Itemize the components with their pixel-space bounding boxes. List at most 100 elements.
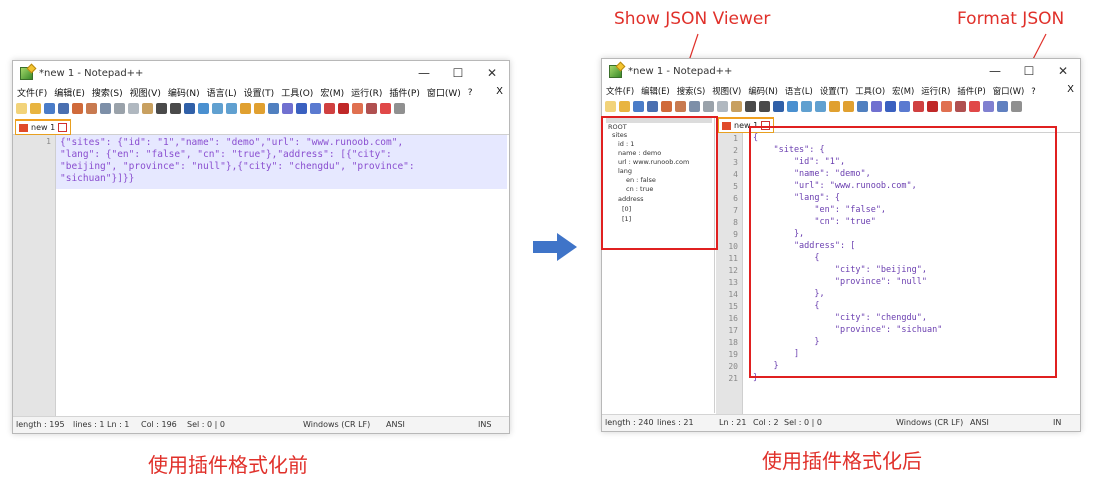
tab-close-icon[interactable] [761, 121, 771, 130]
json-viewer-icon[interactable] [983, 101, 994, 112]
zoom-out-icon[interactable] [815, 101, 826, 112]
menu-language[interactable]: 语言(L) [785, 85, 813, 97]
udl-icon[interactable] [899, 101, 910, 112]
tree-node-url[interactable]: url : www.runoob.com [618, 158, 689, 166]
word-wrap-icon[interactable] [857, 101, 868, 112]
menu-view[interactable]: 视图(V) [712, 85, 741, 97]
close-icon[interactable] [72, 103, 83, 114]
toolbar-more-icon[interactable] [1011, 101, 1022, 112]
menu-view[interactable]: 视图(V) [130, 86, 161, 99]
menu-tools[interactable]: 工具(O) [855, 85, 885, 97]
run-macro-icon[interactable] [366, 103, 377, 114]
sync-horizontal-icon[interactable] [254, 103, 265, 114]
menu-encoding[interactable]: 编码(N) [748, 85, 778, 97]
menu-help[interactable]: ? [468, 88, 473, 98]
find-icon[interactable] [184, 103, 195, 114]
cut-icon[interactable] [114, 103, 125, 114]
tree-node-id[interactable]: id : 1 [618, 140, 634, 148]
menu-search[interactable]: 搜索(S) [677, 85, 706, 97]
code-editor[interactable]: { "sites": { "id": "1", "name": "demo", … [747, 133, 1077, 414]
play-macro-icon[interactable] [941, 101, 952, 112]
new-file-icon[interactable] [16, 103, 27, 114]
menu-plugins[interactable]: 插件(P) [957, 85, 985, 97]
cut-icon[interactable] [703, 101, 714, 112]
tree-node-address[interactable]: address [618, 195, 644, 203]
copy-icon[interactable] [717, 101, 728, 112]
zoom-out-icon[interactable] [226, 103, 237, 114]
tree-node-root[interactable]: ROOT [608, 123, 627, 131]
record-macro-icon[interactable] [324, 103, 335, 114]
maximize-button[interactable]: ☐ [1012, 64, 1046, 78]
play-macro-icon[interactable] [352, 103, 363, 114]
undo-icon[interactable] [156, 103, 167, 114]
open-file-icon[interactable] [619, 101, 630, 112]
menu-language[interactable]: 语言(L) [207, 86, 237, 99]
tab-new-1[interactable]: new 1 [15, 119, 72, 135]
zoom-in-icon[interactable] [801, 101, 812, 112]
new-file-icon[interactable] [605, 101, 616, 112]
tree-node-address-1[interactable]: [1] [622, 215, 631, 223]
minimize-button[interactable]: — [407, 66, 441, 80]
record-macro-icon[interactable] [913, 101, 924, 112]
tree-node-sites[interactable]: sites [612, 131, 627, 139]
json-format-icon[interactable] [997, 101, 1008, 112]
run-macro-icon[interactable] [955, 101, 966, 112]
close-all-icon[interactable] [675, 101, 686, 112]
menu-settings[interactable]: 设置(T) [244, 86, 275, 99]
toolbar-more-icon[interactable] [394, 103, 405, 114]
code-editor[interactable]: {"sites": {"id": "1","name": "demo","url… [60, 135, 506, 416]
open-file-icon[interactable] [30, 103, 41, 114]
menu-macro[interactable]: 宏(M) [320, 86, 344, 99]
tree-node-name[interactable]: name : demo [618, 149, 661, 157]
tree-node-en[interactable]: en : false [626, 176, 656, 184]
save-all-icon[interactable] [647, 101, 658, 112]
close-all-icon[interactable] [86, 103, 97, 114]
save-all-icon[interactable] [58, 103, 69, 114]
tab-new-1[interactable]: new 1 [718, 117, 775, 133]
paste-icon[interactable] [142, 103, 153, 114]
word-wrap-icon[interactable] [268, 103, 279, 114]
close-button[interactable]: ✕ [1046, 64, 1080, 78]
redo-icon[interactable] [759, 101, 770, 112]
maximize-button[interactable]: ☐ [441, 66, 475, 80]
stop-macro-icon[interactable] [338, 103, 349, 114]
all-chars-icon[interactable] [871, 101, 882, 112]
zoom-in-icon[interactable] [212, 103, 223, 114]
replace-icon[interactable] [198, 103, 209, 114]
menu-help[interactable]: ? [1031, 86, 1035, 96]
menu-run[interactable]: 运行(R) [921, 85, 950, 97]
tree-node-cn[interactable]: cn : true [626, 185, 653, 193]
minimize-button[interactable]: — [978, 64, 1012, 78]
menu-encoding[interactable]: 编码(N) [168, 86, 200, 99]
stop-macro-icon[interactable] [927, 101, 938, 112]
all-chars-icon[interactable] [282, 103, 293, 114]
sync-vertical-icon[interactable] [829, 101, 840, 112]
menu-window[interactable]: 窗口(W) [993, 85, 1025, 97]
replace-icon[interactable] [787, 101, 798, 112]
redo-icon[interactable] [170, 103, 181, 114]
copy-icon[interactable] [128, 103, 139, 114]
print-icon[interactable] [100, 103, 111, 114]
menu-edit[interactable]: 编辑(E) [54, 86, 85, 99]
menu-tools[interactable]: 工具(O) [281, 86, 313, 99]
close-document-button[interactable]: X [1067, 84, 1074, 95]
menu-file[interactable]: 文件(F) [17, 86, 47, 99]
menu-run[interactable]: 运行(R) [351, 86, 382, 99]
save-macro-icon[interactable] [380, 103, 391, 114]
udl-icon[interactable] [310, 103, 321, 114]
sync-horizontal-icon[interactable] [843, 101, 854, 112]
close-button[interactable]: ✕ [475, 66, 509, 80]
paste-icon[interactable] [731, 101, 742, 112]
save-icon[interactable] [44, 103, 55, 114]
tree-node-address-0[interactable]: [0] [622, 205, 631, 213]
indent-guide-icon[interactable] [296, 103, 307, 114]
sync-vertical-icon[interactable] [240, 103, 251, 114]
menu-macro[interactable]: 宏(M) [892, 85, 914, 97]
undo-icon[interactable] [745, 101, 756, 112]
find-icon[interactable] [773, 101, 784, 112]
menu-file[interactable]: 文件(F) [606, 85, 634, 97]
menu-plugins[interactable]: 插件(P) [389, 86, 419, 99]
save-icon[interactable] [633, 101, 644, 112]
print-icon[interactable] [689, 101, 700, 112]
tab-close-icon[interactable] [58, 123, 68, 132]
